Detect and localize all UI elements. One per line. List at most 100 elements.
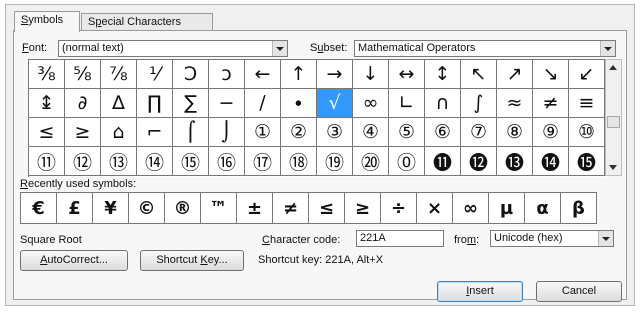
font-label: Font: [22, 42, 48, 54]
symbol-cell[interactable]: ⑨ [533, 118, 569, 147]
symbol-cell[interactable]: ≥ [65, 118, 101, 147]
symbol-cell[interactable]: ② [281, 118, 317, 147]
recent-symbol-cell[interactable]: ∞ [453, 193, 489, 224]
symbol-cell[interactable]: ⑳ [353, 147, 389, 176]
recent-symbol-cell[interactable]: ≤ [309, 193, 345, 224]
symbol-cell[interactable]: ⑫ [65, 147, 101, 176]
autocorrect-button[interactable]: AutoCorrect... [20, 250, 128, 271]
symbol-cell[interactable]: ≡ [569, 89, 605, 118]
recent-symbol-cell[interactable]: µ [489, 193, 525, 224]
symbol-cell[interactable]: ④ [353, 118, 389, 147]
symbol-cell[interactable]: ↗ [497, 60, 533, 89]
recent-symbol-cell[interactable]: β [561, 193, 597, 224]
symbol-cell[interactable]: ① [245, 118, 281, 147]
scroll-down-icon[interactable] [609, 165, 617, 170]
symbol-cell[interactable]: ∑ [173, 89, 209, 118]
symbol-cell[interactable]: ⅞ [101, 60, 137, 89]
symbol-cell[interactable]: ⅝ [65, 60, 101, 89]
font-dropdown-arrow[interactable] [272, 41, 287, 56]
tab-special-characters[interactable]: Special Characters [81, 13, 213, 31]
symbol-cell[interactable]: ⅜ [29, 60, 65, 89]
recent-symbol-cell[interactable]: ¥ [93, 193, 129, 224]
scroll-thumb[interactable] [607, 116, 620, 128]
symbol-cell[interactable]: ↑ [281, 60, 317, 89]
symbol-cell[interactable]: ⌠ [173, 118, 209, 147]
character-code-input[interactable]: 221A [356, 230, 444, 247]
symbol-cell[interactable]: ③ [317, 118, 353, 147]
symbol-cell[interactable]: ≈ [497, 89, 533, 118]
symbol-cell[interactable]: ⓮ [533, 147, 569, 176]
from-select[interactable]: Unicode (hex) [490, 230, 614, 247]
font-select[interactable]: (normal text) [58, 40, 288, 57]
symbol-cell[interactable]: ∆ [101, 89, 137, 118]
symbol-cell[interactable]: ⓫ [425, 147, 461, 176]
symbol-cell[interactable]: ∙ [281, 89, 317, 118]
symbol-cell[interactable]: ∩ [425, 89, 461, 118]
symbol-cell[interactable]: ⑪ [29, 147, 65, 176]
symbol-cell[interactable]: ⓬ [461, 147, 497, 176]
scroll-up-icon[interactable] [609, 65, 617, 70]
symbol-cell[interactable]: ⑲ [317, 147, 353, 176]
symbol-cell[interactable]: ↖ [461, 60, 497, 89]
symbol-cell[interactable]: → [317, 60, 353, 89]
symbol-cell[interactable]: ⑱ [281, 147, 317, 176]
symbol-cell[interactable]: ⑬ [101, 147, 137, 176]
symbol-cell[interactable]: ⌡ [209, 118, 245, 147]
recent-symbol-cell[interactable]: ± [237, 193, 273, 224]
shortcut-key-button[interactable]: Shortcut Key... [140, 250, 244, 271]
tab-symbols[interactable]: Symbols [14, 11, 80, 32]
recent-symbol-cell[interactable]: € [21, 193, 57, 224]
symbol-cell[interactable]: − [209, 89, 245, 118]
symbol-cell[interactable]: ↔ [389, 60, 425, 89]
symbol-cell[interactable]: ↘ [533, 60, 569, 89]
subset-select[interactable]: Mathematical Operators [354, 40, 616, 57]
symbol-grid-scrollbar[interactable] [605, 59, 622, 176]
symbol-cell[interactable]: ⑩ [569, 118, 605, 147]
recent-symbol-cell[interactable]: © [129, 193, 165, 224]
symbol-cell[interactable]: ← [245, 60, 281, 89]
symbol-cell[interactable]: ⑥ [425, 118, 461, 147]
cancel-button[interactable]: Cancel [536, 281, 622, 302]
symbol-cell[interactable]: ∞ [353, 89, 389, 118]
symbol-cell[interactable]: ∫ [461, 89, 497, 118]
symbol-cell[interactable]: ⑮ [173, 147, 209, 176]
recent-symbol-cell[interactable]: £ [57, 193, 93, 224]
symbol-cell[interactable]: ⑰ [245, 147, 281, 176]
symbol-cell[interactable]: ↨ [29, 89, 65, 118]
insert-button[interactable]: Insert [437, 281, 523, 302]
symbol-cell[interactable]: ↙ [569, 60, 605, 89]
subset-dropdown-arrow[interactable] [600, 41, 615, 56]
symbol-cell[interactable]: ⅟ [137, 60, 173, 89]
symbol-cell[interactable]: ∟ [389, 89, 425, 118]
symbol-cell[interactable]: ∏ [137, 89, 173, 118]
symbol-cell[interactable]: ∂ [65, 89, 101, 118]
symbol-cell[interactable]: ∕ [245, 89, 281, 118]
symbol-cell[interactable]: ≤ [29, 118, 65, 147]
symbol-cell[interactable]: ⓪ [389, 147, 425, 176]
symbol-cell[interactable]: ⓯ [569, 147, 605, 176]
recent-symbol-cell[interactable]: α [525, 193, 561, 224]
recent-symbols-label: Recently used symbols: [20, 178, 137, 190]
recent-symbol-cell[interactable]: ≥ [345, 193, 381, 224]
symbol-cell[interactable]: ⑭ [137, 147, 173, 176]
symbol-cell[interactable]: ↕ [425, 60, 461, 89]
symbol-cell[interactable]: Ↄ [173, 60, 209, 89]
recent-symbol-cell[interactable]: × [417, 193, 453, 224]
recent-symbol-cell[interactable]: ≠ [273, 193, 309, 224]
symbol-cell[interactable]: ⑧ [497, 118, 533, 147]
symbol-grid: ⅜ ⅝ ⅞ ⅟ Ↄↄ ← ↑ → ↓ ↔ ↕ ↖ ↗ ↘ ↙ ↨ ∂ ∆ ∏ ∑ − ∕ ∙ √ ∞ ∟ ∩ ∫ ≈ ≠ ≡ ≤ ≥ ⌂ ⌐ ⌠ ⌡ ① ②… [28, 59, 605, 177]
recent-symbol-cell[interactable]: ÷ [381, 193, 417, 224]
symbol-cell[interactable]: ⌐ [137, 118, 173, 147]
symbol-cell[interactable]: ⌂ [101, 118, 137, 147]
symbol-cell[interactable]: ⑦ [461, 118, 497, 147]
from-dropdown-arrow[interactable] [598, 231, 613, 246]
symbol-cell[interactable]: ≠ [533, 89, 569, 118]
recent-symbol-cell[interactable]: ™ [201, 193, 237, 224]
symbol-cell[interactable]: ⑤ [389, 118, 425, 147]
symbol-cell[interactable]: ↄ [209, 60, 245, 89]
symbol-cell-selected[interactable]: √ [317, 89, 353, 118]
recent-symbol-cell[interactable]: ® [165, 193, 201, 224]
symbol-cell[interactable]: ⓭ [497, 147, 533, 176]
symbol-cell[interactable]: ↓ [353, 60, 389, 89]
symbol-cell[interactable]: ⑯ [209, 147, 245, 176]
